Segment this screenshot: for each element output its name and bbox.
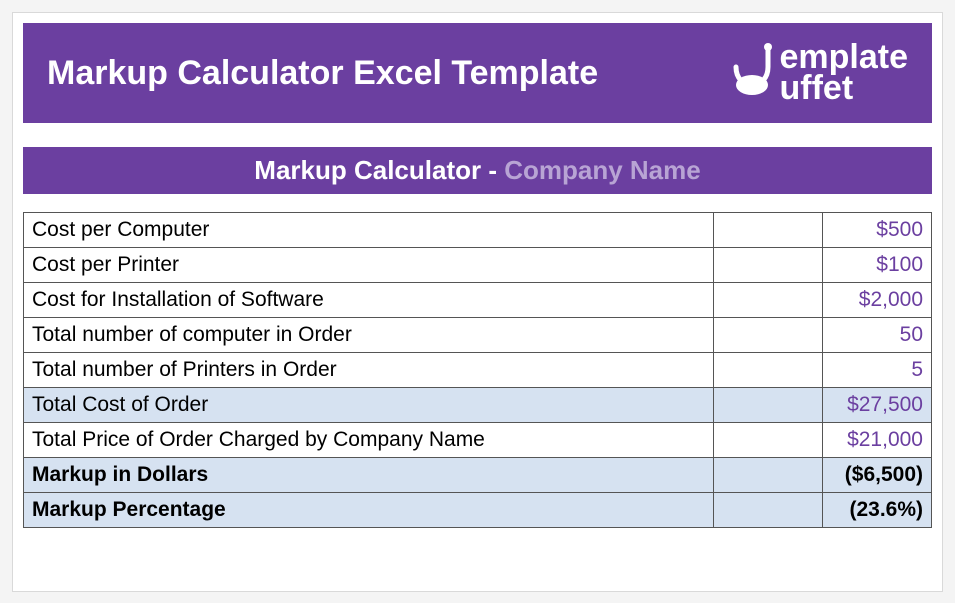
page-title: Markup Calculator Excel Template — [47, 54, 598, 93]
row-value: $2,000 — [823, 283, 932, 318]
row-label: Markup in Dollars — [24, 458, 714, 493]
row-spacer — [714, 458, 823, 493]
table-row: Total number of computer in Order 50 — [24, 318, 932, 353]
row-label: Markup Percentage — [24, 493, 714, 528]
table-row: Cost per Printer $100 — [24, 248, 932, 283]
row-spacer — [714, 283, 823, 318]
row-spacer — [714, 493, 823, 528]
template-card: Markup Calculator Excel Template emplate… — [12, 12, 943, 592]
row-value: $500 — [823, 213, 932, 248]
row-label: Total number of Printers in Order — [24, 353, 714, 388]
row-label: Total Price of Order Charged by Company … — [24, 423, 714, 458]
row-label: Total Cost of Order — [24, 388, 714, 423]
table-row: Total Cost of Order $27,500 — [24, 388, 932, 423]
table-row: Markup in Dollars ($6,500) — [24, 458, 932, 493]
subheader-bar: Markup Calculator - Company Name — [23, 147, 932, 194]
subheader-title: Markup Calculator - — [254, 155, 504, 185]
spoon-icon — [732, 43, 778, 103]
row-spacer — [714, 318, 823, 353]
table-row: Cost per Computer $500 — [24, 213, 932, 248]
row-spacer — [714, 248, 823, 283]
row-spacer — [714, 388, 823, 423]
row-spacer — [714, 353, 823, 388]
table-row: Markup Percentage (23.6%) — [24, 493, 932, 528]
calculator-table: Cost per Computer $500 Cost per Printer $10… — [23, 212, 932, 528]
row-value: (23.6%) — [823, 493, 932, 528]
row-label: Cost for Installation of Software — [24, 283, 714, 318]
brand-logo: emplate uffet — [732, 42, 909, 103]
row-value: $100 — [823, 248, 932, 283]
row-spacer — [714, 423, 823, 458]
row-spacer — [714, 213, 823, 248]
table-row: Total Price of Order Charged by Company … — [24, 423, 932, 458]
table-row: Cost for Installation of Software $2,000 — [24, 283, 932, 318]
table-row: Total number of Printers in Order 5 — [24, 353, 932, 388]
row-value: $27,500 — [823, 388, 932, 423]
row-label: Cost per Printer — [24, 248, 714, 283]
row-value: ($6,500) — [823, 458, 932, 493]
row-value: 5 — [823, 353, 932, 388]
header-bar: Markup Calculator Excel Template emplate… — [23, 23, 932, 123]
subheader-company: Company Name — [504, 155, 701, 185]
row-value: 50 — [823, 318, 932, 353]
row-value: $21,000 — [823, 423, 932, 458]
row-label: Total number of computer in Order — [24, 318, 714, 353]
logo-text: emplate uffet — [780, 42, 909, 103]
row-label: Cost per Computer — [24, 213, 714, 248]
